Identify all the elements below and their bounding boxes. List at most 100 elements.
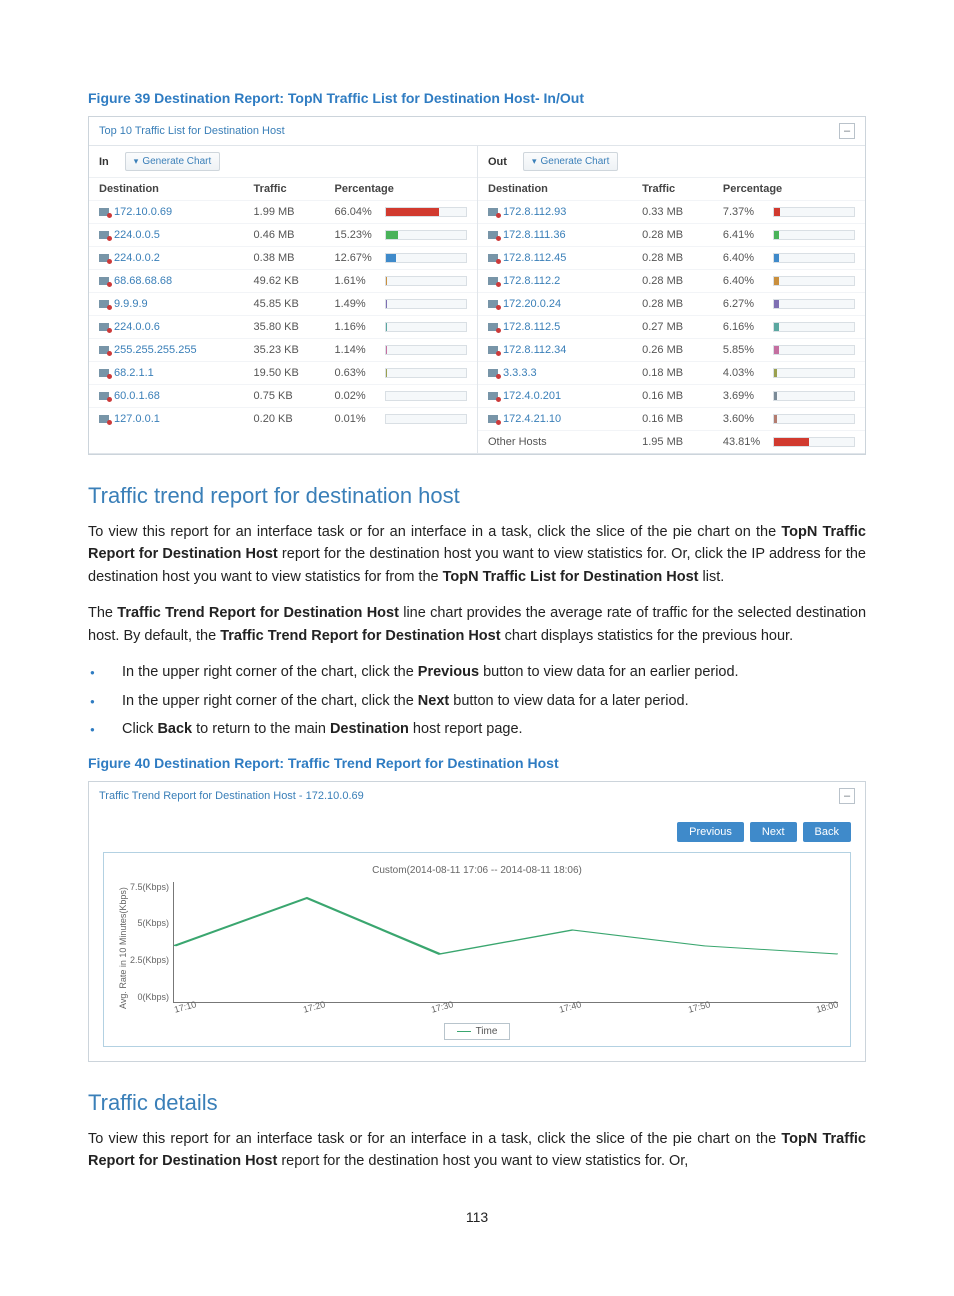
traffic-value: 0.18 MB [642, 367, 723, 379]
host-icon [99, 254, 109, 262]
destination-ip-link[interactable]: 9.9.9.9 [99, 298, 254, 310]
percentage-value: 4.03% [723, 367, 765, 379]
destination-ip-link[interactable]: 127.0.0.1 [99, 413, 254, 425]
percentage-value: 1.14% [335, 344, 377, 356]
traffic-value: 1.99 MB [254, 206, 335, 218]
collapse-icon[interactable]: – [839, 123, 855, 139]
percentage-value: 5.85% [723, 344, 765, 356]
generate-chart-out-button[interactable]: Generate Chart [523, 152, 618, 171]
percentage-bar [773, 276, 855, 286]
body-paragraph: To view this report for an interface tas… [88, 1128, 866, 1173]
page-number: 113 [88, 1209, 866, 1225]
destination-ip-link[interactable]: 172.8.112.34 [488, 344, 642, 356]
destination-ip-link[interactable]: 3.3.3.3 [488, 367, 642, 379]
col-header-percentage: Percentage [335, 183, 467, 195]
destination-ip-link[interactable]: 68.68.68.68 [99, 275, 254, 287]
percentage-value: 0.02% [335, 390, 377, 402]
percentage-value: 6.41% [723, 229, 765, 241]
host-icon [488, 415, 498, 423]
percentage-bar [773, 414, 855, 424]
percentage-value: 6.27% [723, 298, 765, 310]
destination-ip-link[interactable]: 68.2.1.1 [99, 367, 254, 379]
destination-ip-link[interactable]: 60.0.1.68 [99, 390, 254, 402]
host-icon [488, 277, 498, 285]
destination-ip-link[interactable]: 172.8.112.45 [488, 252, 642, 264]
body-paragraph: To view this report for an interface tas… [88, 521, 866, 588]
col-header-destination: Destination [488, 183, 642, 195]
previous-button[interactable]: Previous [677, 822, 744, 842]
host-icon [99, 277, 109, 285]
percentage-value: 6.40% [723, 252, 765, 264]
host-icon [99, 231, 109, 239]
in-label: In [99, 156, 109, 168]
host-icon [488, 231, 498, 239]
host-icon [99, 346, 109, 354]
destination-ip-link[interactable]: 172.8.111.36 [488, 229, 642, 241]
percentage-value: 1.16% [335, 321, 377, 333]
traffic-value: 0.38 MB [254, 252, 335, 264]
percentage-bar [773, 322, 855, 332]
traffic-value: 0.28 MB [642, 252, 723, 264]
destination-ip-link[interactable]: 224.0.0.2 [99, 252, 254, 264]
traffic-value: 0.16 MB [642, 390, 723, 402]
table-row: 172.8.112.50.27 MB6.16% [478, 315, 865, 338]
bullet-item: In the upper right corner of the chart, … [88, 661, 866, 683]
line-chart-plot [173, 882, 838, 1003]
destination-ip-link[interactable]: 172.4.21.10 [488, 413, 642, 425]
destination-ip-link[interactable]: 172.20.0.24 [488, 298, 642, 310]
destination-ip-link[interactable]: 172.8.112.5 [488, 321, 642, 333]
table-row: 224.0.0.20.38 MB12.67% [89, 246, 477, 269]
traffic-value: 0.75 KB [254, 390, 335, 402]
percentage-bar [773, 345, 855, 355]
body-paragraph: The Traffic Trend Report for Destination… [88, 602, 866, 647]
traffic-value: 0.26 MB [642, 344, 723, 356]
host-icon [488, 323, 498, 331]
destination-ip-link[interactable]: 224.0.0.6 [99, 321, 254, 333]
table-row: 172.8.112.930.33 MB7.37% [478, 200, 865, 223]
host-icon [99, 392, 109, 400]
out-label: Out [488, 156, 507, 168]
generate-chart-in-button[interactable]: Generate Chart [125, 152, 220, 171]
chart-subtitle: Custom(2014-08-11 17:06 -- 2014-08-11 18… [116, 865, 838, 876]
destination-ip-link[interactable]: 255.255.255.255 [99, 344, 254, 356]
percentage-bar [773, 253, 855, 263]
percentage-bar [773, 437, 855, 447]
percentage-value: 1.49% [335, 298, 377, 310]
col-header-percentage: Percentage [723, 183, 855, 195]
destination-ip-link[interactable]: 224.0.0.5 [99, 229, 254, 241]
destination-ip-link[interactable]: 172.8.112.2 [488, 275, 642, 287]
topn-traffic-panel: Top 10 Traffic List for Destination Host… [88, 116, 866, 455]
host-icon [99, 300, 109, 308]
percentage-bar [385, 368, 467, 378]
host-icon [99, 208, 109, 216]
percentage-bar [773, 207, 855, 217]
col-header-traffic: Traffic [642, 183, 723, 195]
back-button[interactable]: Back [803, 822, 851, 842]
next-button[interactable]: Next [750, 822, 797, 842]
traffic-value: 35.80 KB [254, 321, 335, 333]
destination-ip-link[interactable]: 172.10.0.69 [99, 206, 254, 218]
percentage-value: 6.40% [723, 275, 765, 287]
host-icon [99, 415, 109, 423]
y-tick: 0(Kbps) [130, 992, 169, 1002]
table-row: 172.8.111.360.28 MB6.41% [478, 223, 865, 246]
destination-ip-link[interactable]: 172.8.112.93 [488, 206, 642, 218]
destination-ip-link[interactable]: 172.4.0.201 [488, 390, 642, 402]
collapse-icon[interactable]: – [839, 788, 855, 804]
section-heading-traffic-trend: Traffic trend report for destination hos… [88, 483, 866, 509]
traffic-value: 0.27 MB [642, 321, 723, 333]
table-row: 224.0.0.635.80 KB1.16% [89, 315, 477, 338]
percentage-bar [773, 299, 855, 309]
percentage-bar [385, 276, 467, 286]
table-row: 172.10.0.691.99 MB66.04% [89, 200, 477, 223]
percentage-bar [385, 207, 467, 217]
table-row: Other Hosts1.95 MB43.81% [478, 430, 865, 453]
y-tick: 7.5(Kbps) [130, 882, 169, 892]
host-icon [488, 208, 498, 216]
percentage-value: 66.04% [335, 206, 377, 218]
table-row: 172.4.0.2010.16 MB3.69% [478, 384, 865, 407]
table-row: 172.8.112.450.28 MB6.40% [478, 246, 865, 269]
percentage-bar [385, 253, 467, 263]
traffic-value: 0.20 KB [254, 413, 335, 425]
percentage-value: 0.01% [335, 413, 377, 425]
